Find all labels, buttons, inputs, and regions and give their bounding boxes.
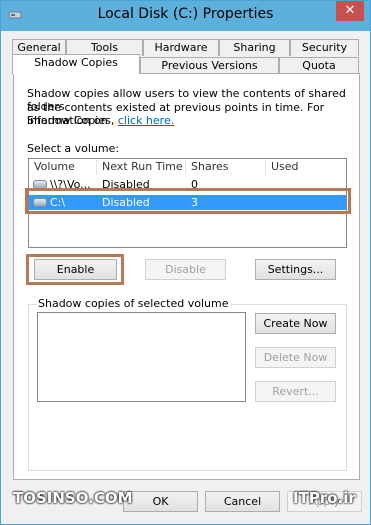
select-volume-label: Select a volume: xyxy=(27,142,120,155)
column-header-shares[interactable]: Shares xyxy=(186,159,266,175)
ok-button[interactable]: OK xyxy=(123,491,198,512)
tab-security[interactable]: Security xyxy=(290,39,359,56)
description-line-3: Shadow Copies, click here. xyxy=(27,114,174,127)
shadow-copies-list[interactable] xyxy=(37,312,246,402)
column-header-used[interactable]: Used xyxy=(266,159,346,175)
watermark-right: ITPro.ir xyxy=(293,489,356,507)
cancel-button[interactable]: Cancel xyxy=(205,491,280,512)
tab-previous-versions[interactable]: Previous Versions xyxy=(140,57,279,74)
shadow-copies-group-label: Shadow copies of selected volume xyxy=(36,297,231,310)
disable-button[interactable]: Disable xyxy=(145,259,226,280)
tab-shadow-copies[interactable]: Shadow Copies xyxy=(12,54,140,74)
create-now-button[interactable]: Create Now xyxy=(255,313,336,334)
tab-quota[interactable]: Quota xyxy=(279,57,359,74)
settings-button[interactable]: Settings... xyxy=(255,259,336,280)
delete-now-button[interactable]: Delete Now xyxy=(255,347,336,368)
watermark-left: TOSINSO.COM xyxy=(13,489,133,507)
window-title: Local Disk (C:) Properties xyxy=(97,6,274,22)
column-header-volume[interactable]: Volume xyxy=(29,159,97,175)
enable-button-highlight xyxy=(26,254,124,285)
tab-sharing[interactable]: Sharing xyxy=(219,39,290,56)
column-header-next-run-time[interactable]: Next Run Time xyxy=(97,159,186,175)
revert-button[interactable]: Revert... xyxy=(255,381,336,402)
description-prefix: Shadow Copies, xyxy=(27,114,115,127)
selected-volume-highlight xyxy=(25,188,351,214)
tab-hardware[interactable]: Hardware xyxy=(143,39,219,56)
click-here-link[interactable]: click here. xyxy=(118,114,174,127)
title-bar[interactable]: Local Disk (C:) Properties ✕ xyxy=(1,1,370,31)
close-button[interactable]: ✕ xyxy=(336,1,364,21)
properties-window: Local Disk (C:) Properties ✕ General Too… xyxy=(0,0,371,525)
